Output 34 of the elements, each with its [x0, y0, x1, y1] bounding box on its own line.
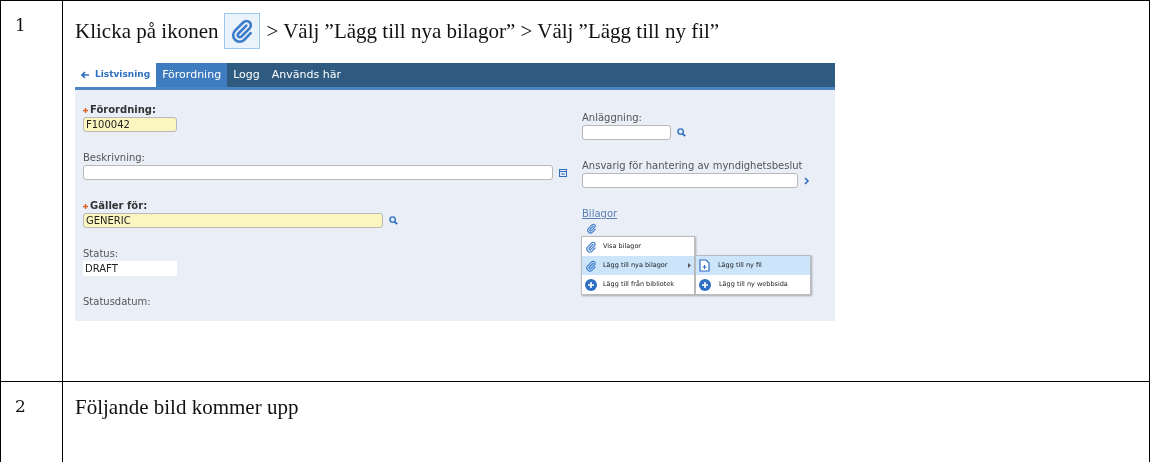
tab[interactable]: Logg: [227, 63, 266, 87]
field-label: Beskrivning:: [83, 152, 145, 164]
step-number: 2: [15, 396, 26, 416]
tab[interactable]: Används här: [265, 63, 347, 87]
input-field[interactable]: [582, 173, 798, 188]
step-number: 1: [15, 15, 26, 35]
field-label: Anläggning:: [582, 112, 642, 124]
instruction-text: Klicka på ikonen: [75, 18, 219, 44]
field-label: Ansvarig för hantering av myndighetsbeslut: [582, 160, 803, 172]
plus-circle-icon: [585, 278, 597, 291]
input-field[interactable]: F100042: [83, 117, 177, 132]
instruction-text: Följande bild kommer upp: [75, 395, 299, 419]
field-label: Förordning:: [90, 104, 156, 116]
arrow-left-icon: [81, 71, 90, 79]
attachments-link[interactable]: Bilagor: [582, 208, 618, 220]
back-link[interactable]: Listvisning: [75, 63, 157, 87]
search-icon[interactable]: [389, 216, 398, 225]
tab[interactable]: Förordning: [156, 63, 228, 87]
instruction-text: > Välj ”Lägg till nya bilagor” > Välj ”Lägg till ny fil”: [266, 18, 720, 44]
field-label: Statusdatum:: [83, 296, 151, 308]
input-field[interactable]: [83, 165, 553, 180]
paperclip-icon: [586, 223, 597, 234]
search-icon[interactable]: [677, 128, 686, 137]
field-label: Gäller för:: [90, 200, 148, 212]
list-icon[interactable]: [559, 168, 567, 177]
file-icon: [699, 259, 710, 272]
chevron-right-icon[interactable]: [804, 176, 810, 185]
paperclip-icon: [585, 240, 597, 253]
status-value: DRAFT: [83, 261, 177, 276]
input-field[interactable]: [582, 125, 671, 140]
paperclip-icon: [585, 259, 597, 272]
field-label: Status:: [83, 248, 119, 260]
plus-circle-icon: [699, 278, 711, 291]
input-field[interactable]: GENERIC: [83, 213, 383, 228]
